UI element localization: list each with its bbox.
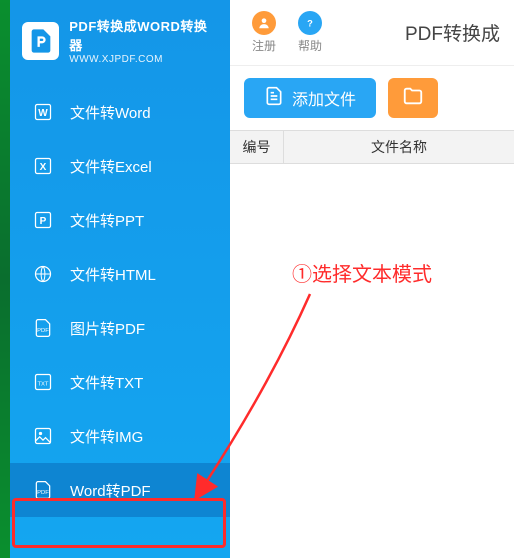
register-button[interactable]: 注册: [244, 7, 284, 58]
top-bar: 注册 ? 帮助 PDF转换成: [230, 0, 514, 66]
folder-button[interactable]: [388, 78, 438, 118]
sidebar-item-label: 文件转Excel: [70, 156, 152, 177]
file-icon: [264, 86, 284, 111]
sidebar-item-html[interactable]: 文件转HTML: [10, 247, 230, 301]
html-icon: [32, 263, 54, 285]
logo-area: PDF转换成WORD转换器 WWW.XJPDF.COM: [10, 0, 230, 85]
svg-text:P: P: [40, 216, 47, 227]
table-body: ①选择文本模式: [230, 164, 514, 558]
register-label: 注册: [252, 37, 276, 54]
help-button[interactable]: ? 帮助: [290, 7, 330, 58]
svg-text:PDF: PDF: [37, 328, 49, 334]
app-logo-icon: [22, 22, 59, 60]
sidebar: PDF转换成WORD转换器 WWW.XJPDF.COM W 文件转Word X …: [10, 0, 230, 558]
sidebar-item-txt[interactable]: TXT 文件转TXT: [10, 355, 230, 409]
column-number: 编号: [230, 131, 284, 163]
sidebar-item-imgpdf[interactable]: PDF 图片转PDF: [10, 301, 230, 355]
main-area: 注册 ? 帮助 PDF转换成 添加文件 编号 文件名称 ①选择文: [230, 0, 514, 558]
sidebar-item-img[interactable]: 文件转IMG: [10, 409, 230, 463]
column-filename: 文件名称: [284, 137, 514, 157]
svg-text:W: W: [38, 108, 48, 119]
sidebar-item-ppt[interactable]: P 文件转PPT: [10, 193, 230, 247]
sidebar-item-label: 文件转HTML: [70, 264, 156, 285]
add-file-label: 添加文件: [292, 86, 356, 110]
image-icon: [32, 425, 54, 447]
sidebar-item-word[interactable]: W 文件转Word: [10, 85, 230, 139]
pdf-icon: PDF: [32, 317, 54, 339]
svg-text:PDF: PDF: [37, 490, 49, 496]
app-title: PDF转换成WORD转换器: [69, 16, 218, 54]
app-subtitle: WWW.XJPDF.COM: [69, 54, 218, 65]
pdf-icon: PDF: [32, 479, 54, 501]
toolbar: 添加文件: [230, 66, 514, 130]
table-header: 编号 文件名称: [230, 130, 514, 164]
sidebar-item-label: Word转PDF: [70, 480, 151, 501]
svg-text:TXT: TXT: [37, 381, 48, 387]
svg-text:X: X: [40, 162, 47, 173]
word-icon: W: [32, 101, 54, 123]
sidebar-item-wordpdf[interactable]: PDF Word转PDF: [10, 463, 230, 517]
help-icon: ?: [298, 11, 322, 35]
sidebar-item-label: 文件转IMG: [70, 426, 143, 447]
ppt-icon: P: [32, 209, 54, 231]
excel-icon: X: [32, 155, 54, 177]
sidebar-item-excel[interactable]: X 文件转Excel: [10, 139, 230, 193]
sidebar-menu: W 文件转Word X 文件转Excel P 文件转PPT 文件转HTML PD…: [10, 85, 230, 558]
sidebar-item-label: 文件转PPT: [70, 210, 144, 231]
window-edge: [0, 0, 10, 558]
user-icon: [252, 11, 276, 35]
sidebar-item-label: 文件转Word: [70, 102, 151, 123]
txt-icon: TXT: [32, 371, 54, 393]
add-file-button[interactable]: 添加文件: [244, 78, 376, 118]
page-title: PDF转换成: [405, 19, 500, 46]
folder-icon: [402, 85, 424, 112]
help-label: 帮助: [298, 37, 322, 54]
sidebar-item-label: 图片转PDF: [70, 318, 145, 339]
sidebar-item-label: 文件转TXT: [70, 372, 143, 393]
svg-text:?: ?: [307, 19, 313, 29]
annotation-text: ①选择文本模式: [292, 258, 432, 287]
